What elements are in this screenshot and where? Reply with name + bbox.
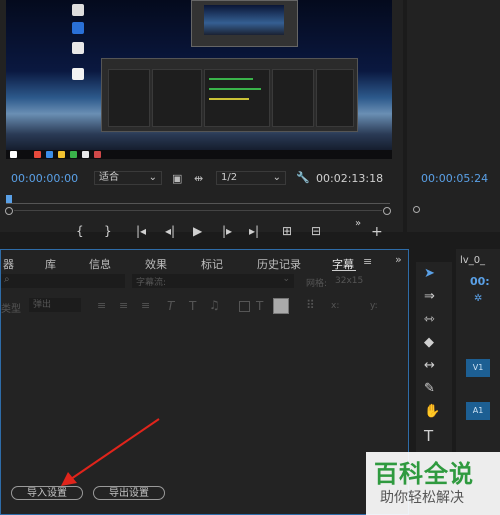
sequence-name[interactable]: lv_0_: [460, 255, 485, 266]
captions-panel: 器 库 信息 效果 标记 历史记录 字幕 ≡ » ⌕ 字幕流: ⌄ 网格: 32…: [0, 249, 409, 515]
text-color-icon[interactable]: T: [256, 299, 263, 313]
fit-dropdown[interactable]: 适合 ⌄: [94, 171, 162, 185]
grid-value: 32x15: [335, 276, 364, 286]
tab-effects-controls[interactable]: 器: [3, 256, 14, 272]
mark-out-icon[interactable]: }: [104, 224, 112, 238]
underline-icon[interactable]: T: [189, 299, 196, 313]
lift-icon[interactable]: ⊞: [282, 224, 292, 238]
add-button-icon[interactable]: +: [371, 224, 383, 240]
tab-markers[interactable]: 标记: [201, 256, 223, 272]
source-zoom-handle[interactable]: [413, 206, 420, 213]
grid-position-icon[interactable]: ⠿: [306, 298, 315, 312]
source-timecode[interactable]: 00:00:05:24: [421, 172, 488, 185]
track-v1[interactable]: V1: [466, 359, 490, 377]
type-dropdown[interactable]: 弹出: [29, 298, 81, 312]
desktop-icon: [72, 42, 84, 54]
program-monitor: 00:00:00:00 适合 ⌄ ▣ ⇹ 1/2 ⌄ 🔧 00:02:13:18…: [0, 0, 403, 240]
search-input[interactable]: ⌕: [1, 274, 125, 288]
type-label: 类型: [1, 304, 21, 315]
zoom-bar[interactable]: [14, 210, 382, 211]
align-center-icon[interactable]: ≡: [119, 299, 128, 312]
more-tabs-icon[interactable]: »: [395, 253, 402, 266]
italic-icon[interactable]: T: [167, 299, 174, 313]
color-swatch[interactable]: [273, 298, 289, 314]
desktop-icon: [72, 68, 84, 80]
selection-tool-icon[interactable]: ➤: [424, 266, 435, 281]
chevron-down-icon: ⌄: [148, 172, 157, 183]
zoom-handle-right[interactable]: [383, 207, 391, 215]
extract-icon[interactable]: ⊟: [311, 224, 321, 238]
align-right-icon[interactable]: ≡: [141, 299, 150, 312]
grid-label: 网格:: [306, 279, 328, 289]
chevron-down-icon: ⌄: [282, 274, 290, 284]
watermark-title: 百科全说: [374, 460, 474, 488]
tab-info[interactable]: 信息: [89, 256, 111, 272]
in-out-icon[interactable]: ⇹: [194, 172, 203, 185]
timeline-timecode[interactable]: 00:: [470, 275, 490, 288]
align-left-icon[interactable]: ≡: [97, 299, 106, 312]
nested-preview-window: [191, 0, 298, 47]
background-color-icon[interactable]: [239, 301, 250, 312]
caption-stream-dropdown[interactable]: 字幕流: ⌄: [132, 274, 294, 288]
zoom-handle-left[interactable]: [5, 207, 13, 215]
tab-libraries[interactable]: 库: [45, 256, 56, 272]
duration-timecode: 00:02:13:18: [316, 172, 384, 185]
search-icon: ⌕: [4, 274, 10, 285]
desktop-icon: [72, 22, 84, 34]
windows-taskbar: [6, 150, 392, 159]
hand-tool-icon[interactable]: ✋: [424, 404, 440, 419]
ripple-edit-tool-icon[interactable]: ⇿: [424, 312, 435, 327]
razor-tool-icon[interactable]: ◆: [424, 335, 434, 350]
resolution-value: 1/2: [221, 172, 238, 183]
current-timecode[interactable]: 00:00:00:00: [11, 172, 78, 185]
slip-tool-icon[interactable]: ↔: [424, 358, 435, 373]
chevron-down-icon: ⌄: [272, 172, 281, 183]
x-label: x:: [331, 301, 340, 311]
music-icon[interactable]: ♫: [209, 298, 220, 312]
track-select-tool-icon[interactable]: ⇒: [424, 289, 435, 304]
tab-effects[interactable]: 效果: [145, 256, 167, 272]
step-forward-icon[interactable]: |▸: [222, 224, 232, 238]
go-to-in-icon[interactable]: |◂: [136, 224, 146, 238]
watermark-logo: 百科全说 助你轻松解决: [366, 452, 500, 515]
resolution-dropdown[interactable]: 1/2 ⌄: [216, 171, 286, 185]
mark-in-icon[interactable]: {: [76, 224, 84, 238]
playhead[interactable]: [6, 195, 12, 203]
go-to-out-icon[interactable]: ▸|: [249, 224, 259, 238]
tab-history[interactable]: 历史记录: [257, 256, 301, 272]
watermark-subtitle: 助你轻松解决: [380, 490, 464, 506]
panel-menu-icon[interactable]: ≡: [363, 255, 372, 268]
y-label: y:: [370, 301, 378, 311]
caption-stream-label: 字幕流:: [136, 278, 167, 288]
source-monitor: 00:00:05:24: [407, 0, 500, 232]
safe-margins-icon[interactable]: ▣: [172, 172, 182, 185]
step-back-icon[interactable]: ◂|: [165, 224, 175, 238]
type-tool-icon[interactable]: T: [424, 427, 433, 445]
pen-tool-icon[interactable]: ✎: [424, 381, 435, 396]
active-tab-underline: [332, 270, 356, 271]
video-preview: [6, 0, 392, 158]
scrub-bar[interactable]: [6, 203, 390, 204]
track-a1[interactable]: A1: [466, 402, 490, 420]
obs-window: [101, 58, 358, 132]
red-arrow-annotation: [61, 418, 160, 486]
more-icon[interactable]: »: [355, 218, 361, 229]
play-icon[interactable]: ▶: [193, 224, 202, 238]
desktop-icon: [72, 4, 84, 16]
type-value: 弹出: [33, 300, 52, 310]
wrench-icon[interactable]: 🔧: [296, 171, 310, 184]
fit-value: 适合: [99, 172, 119, 183]
snap-icon[interactable]: ✲: [474, 293, 482, 304]
